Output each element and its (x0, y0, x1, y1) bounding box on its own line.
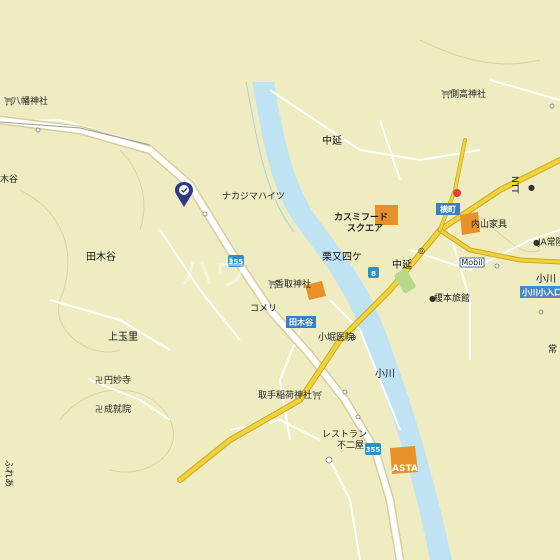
label-nakanobe-1: 中延 (322, 134, 342, 147)
temple-icon: 卍 (95, 376, 103, 385)
label-hachiman: 八幡神社 (12, 95, 48, 107)
svg-text:横町: 横町 (440, 204, 456, 214)
label-ja: JA常陸 (537, 236, 560, 248)
label-emmyoji: 円妙寺 (104, 374, 131, 386)
label-sokodaka: 側高神社 (450, 88, 486, 100)
label-ogawa-area: 小川 (536, 273, 556, 285)
watermark-text: ハウ (180, 254, 248, 294)
label-katori: 香取神社 (275, 278, 311, 290)
route-8-shield: 8 (368, 267, 379, 278)
temple-icon: 卍 (95, 405, 103, 414)
label-inari: 取手稲荷神社 (258, 389, 312, 401)
label-kurimata: 栗又四ケ (322, 251, 362, 263)
svg-text:8: 8 (371, 270, 376, 278)
label-ki-tani: 木谷 (0, 173, 18, 185)
label-komeri: コメリ (250, 304, 277, 314)
label-joshuin: 成就院 (104, 403, 131, 415)
label-furea: ふれあ (3, 460, 14, 487)
label-asta: ASTA (392, 464, 418, 474)
shrine-icon: ⛩ (312, 391, 322, 400)
mobil-badge: Mobil (459, 257, 485, 268)
label-tsune: 常 (548, 343, 557, 355)
label-kamitamari: 上玉里 (108, 331, 138, 343)
label-fujiya: 不二屋 (337, 440, 364, 451)
tagiya-intersection-sign: 田木谷 (286, 316, 316, 328)
label-ogawa-clinic: 小堀医院 (318, 331, 354, 343)
svg-text:小川小入口: 小川小入口 (521, 287, 560, 297)
label-nakajima: ナカジマハイツ (222, 191, 285, 202)
yokomachi-intersection-sign: 横町 (436, 203, 460, 215)
svg-text:355: 355 (366, 446, 381, 454)
label-nakanobe-2: 中延 (392, 258, 412, 271)
ogawa-iriguchi-sign: 小川小入口 (520, 286, 560, 298)
label-enomoto: 榎本旅館 (434, 292, 470, 304)
svg-text:Mobil: Mobil (461, 258, 482, 267)
svg-text:田木谷: 田木谷 (289, 317, 314, 327)
post-icon: ● (528, 183, 535, 192)
label-kasumi-2: スクエア (347, 223, 383, 234)
label-ogawa: 小川 (375, 368, 395, 380)
bank-icon: ◎ (418, 246, 425, 255)
label-tagiya: 田木谷 (86, 251, 116, 263)
label-uchiyama: 内山家具 (471, 218, 507, 230)
map-canvas[interactable]: 355 355 8 田木谷 横町 小川小入口 Mobil ⛩ ⛩ ⛩ ⛩ 卍 卍… (0, 0, 560, 560)
label-restaurant: レストラン (322, 429, 367, 440)
label-ntt: NTT (509, 176, 519, 194)
route-355-shield-bottom: 355 (365, 443, 381, 455)
label-kasumi-1: カスミフード (334, 212, 388, 223)
